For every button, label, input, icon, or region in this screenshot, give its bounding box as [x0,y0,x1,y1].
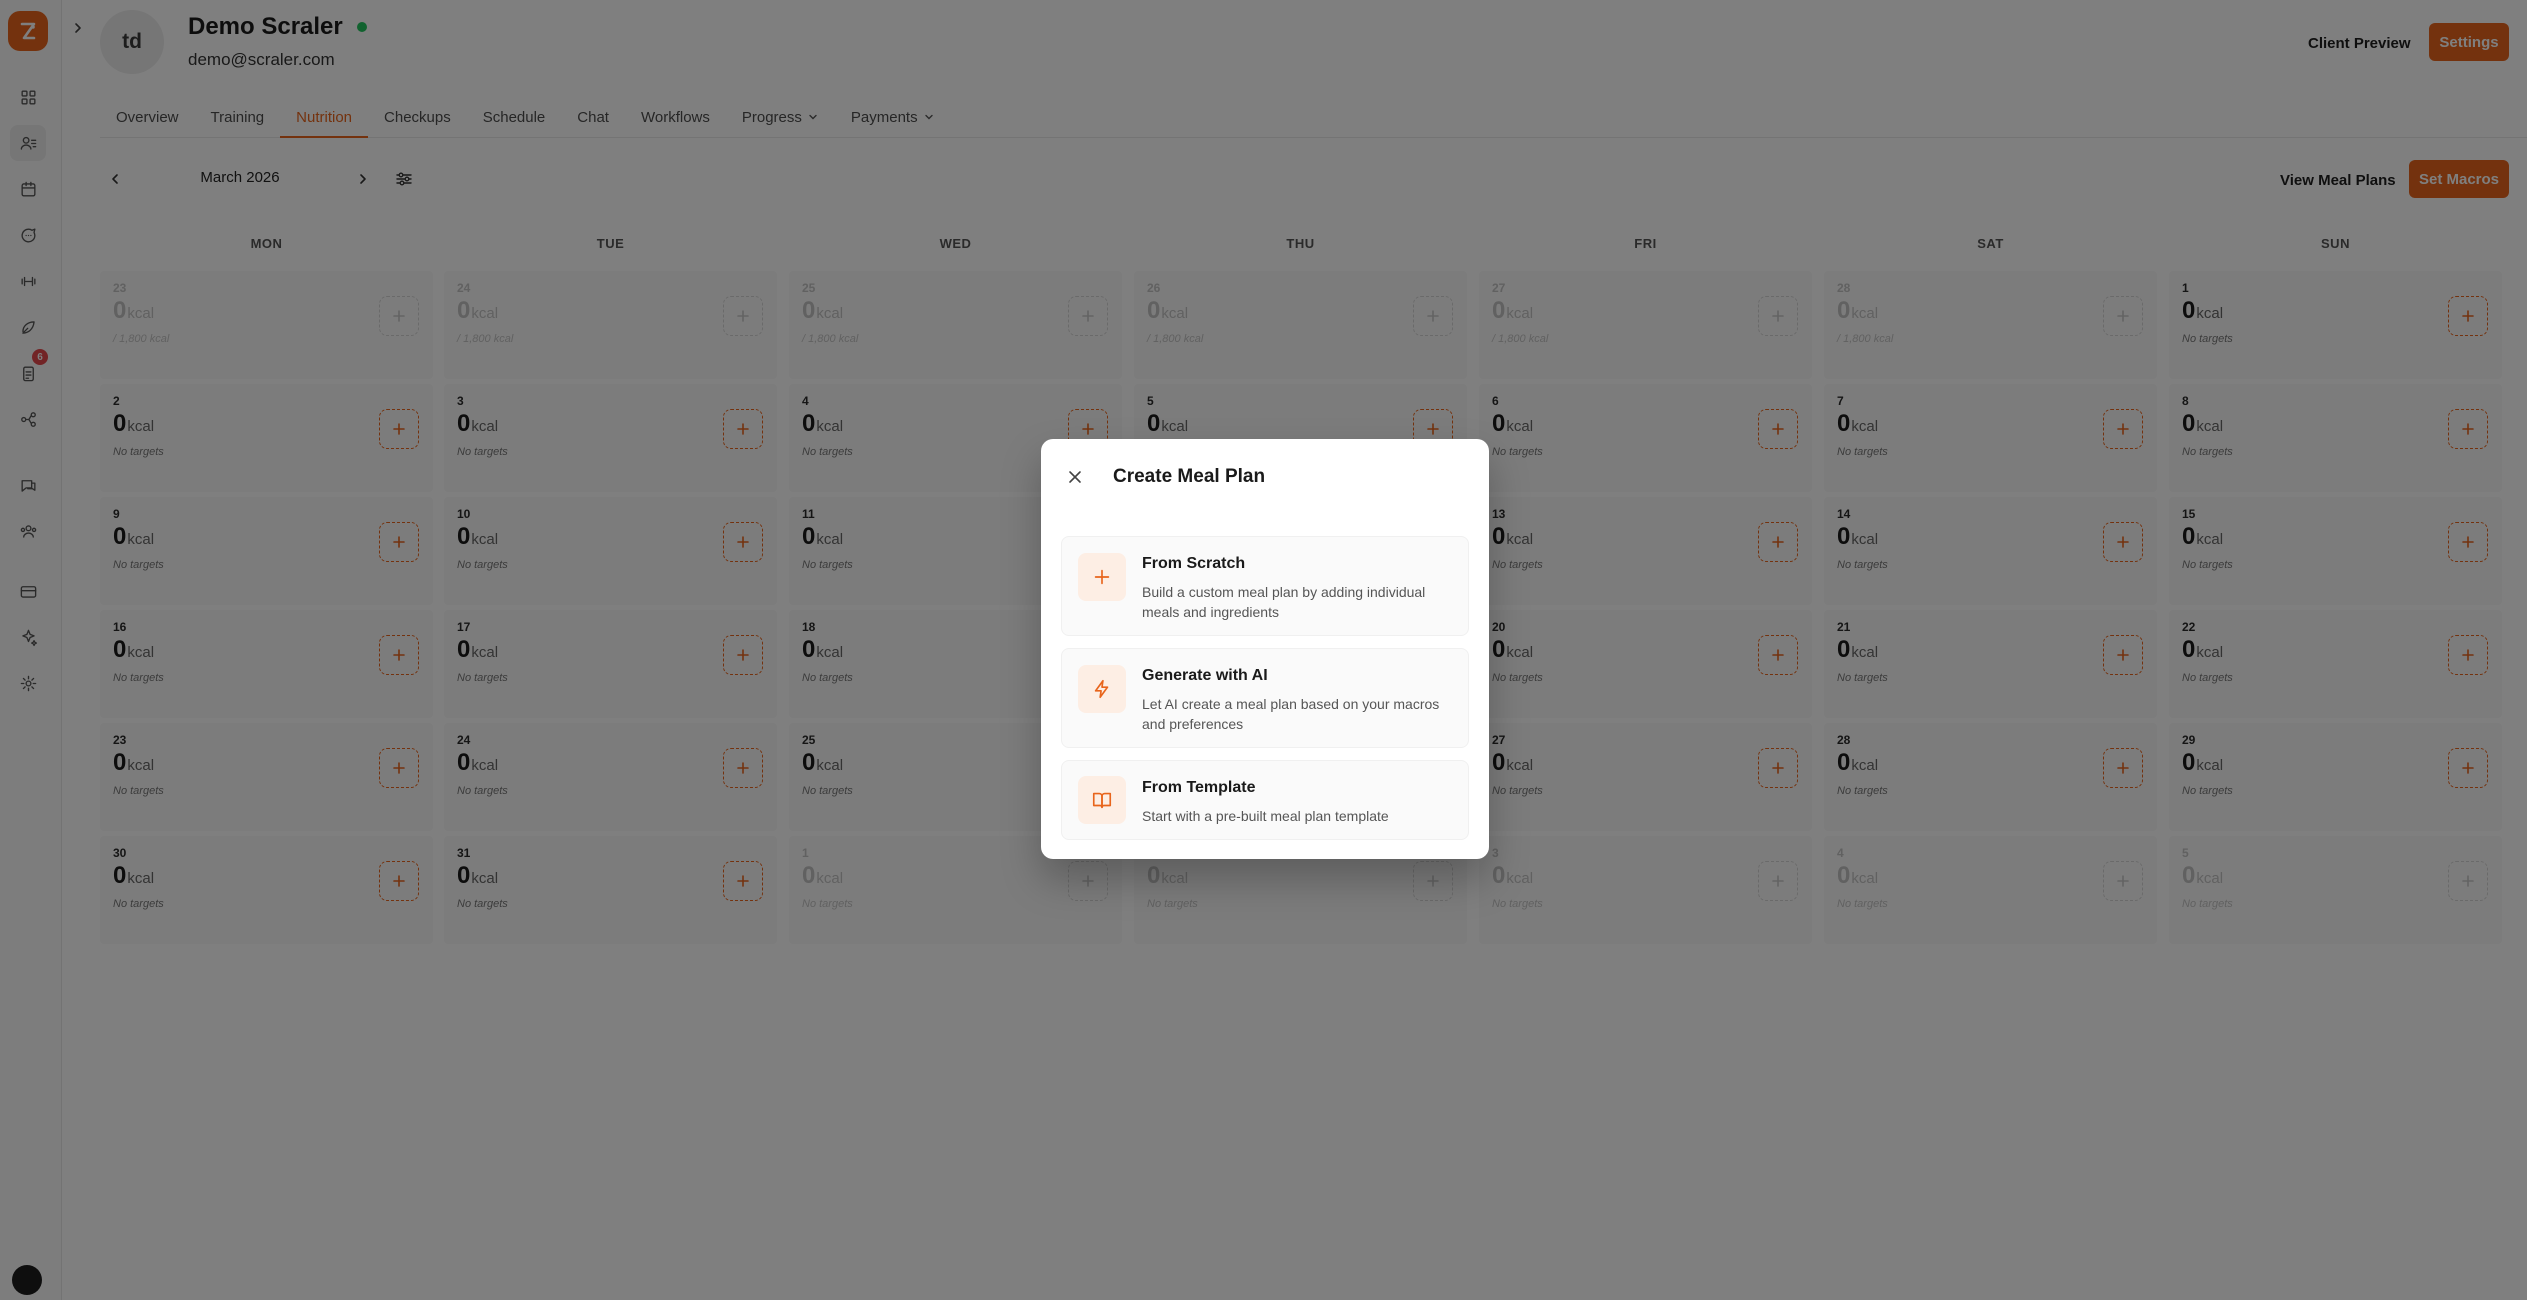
option-icon-box [1078,553,1126,601]
book-icon [1092,792,1112,809]
option-icon-box [1078,776,1126,824]
option-description: Let AI create a meal plan based on your … [1142,696,1440,732]
plus-icon [1094,569,1110,585]
option-from-template[interactable]: From Template Start with a pre-built mea… [1061,760,1469,840]
dialog-title: Create Meal Plan [1113,466,1266,487]
option-title: From Template [1142,779,1256,796]
option-title: From Scratch [1142,555,1246,572]
option-description: Start with a pre-built meal plan templat… [1142,808,1389,824]
option-description: Build a custom meal plan by adding indiv… [1142,584,1426,620]
option-from-scratch[interactable]: From Scratch Build a custom meal plan by… [1061,536,1469,636]
close-dialog-button[interactable] [1065,467,1085,487]
option-generate-with-ai[interactable]: Generate with AI Let AI create a meal pl… [1061,648,1469,748]
create-meal-plan-dialog: Create Meal Plan From Scratch Build a cu… [1041,439,1489,859]
close-icon [1069,471,1081,483]
option-icon-box [1078,665,1126,713]
option-title: Generate with AI [1142,667,1268,684]
lightning-icon [1094,679,1109,699]
